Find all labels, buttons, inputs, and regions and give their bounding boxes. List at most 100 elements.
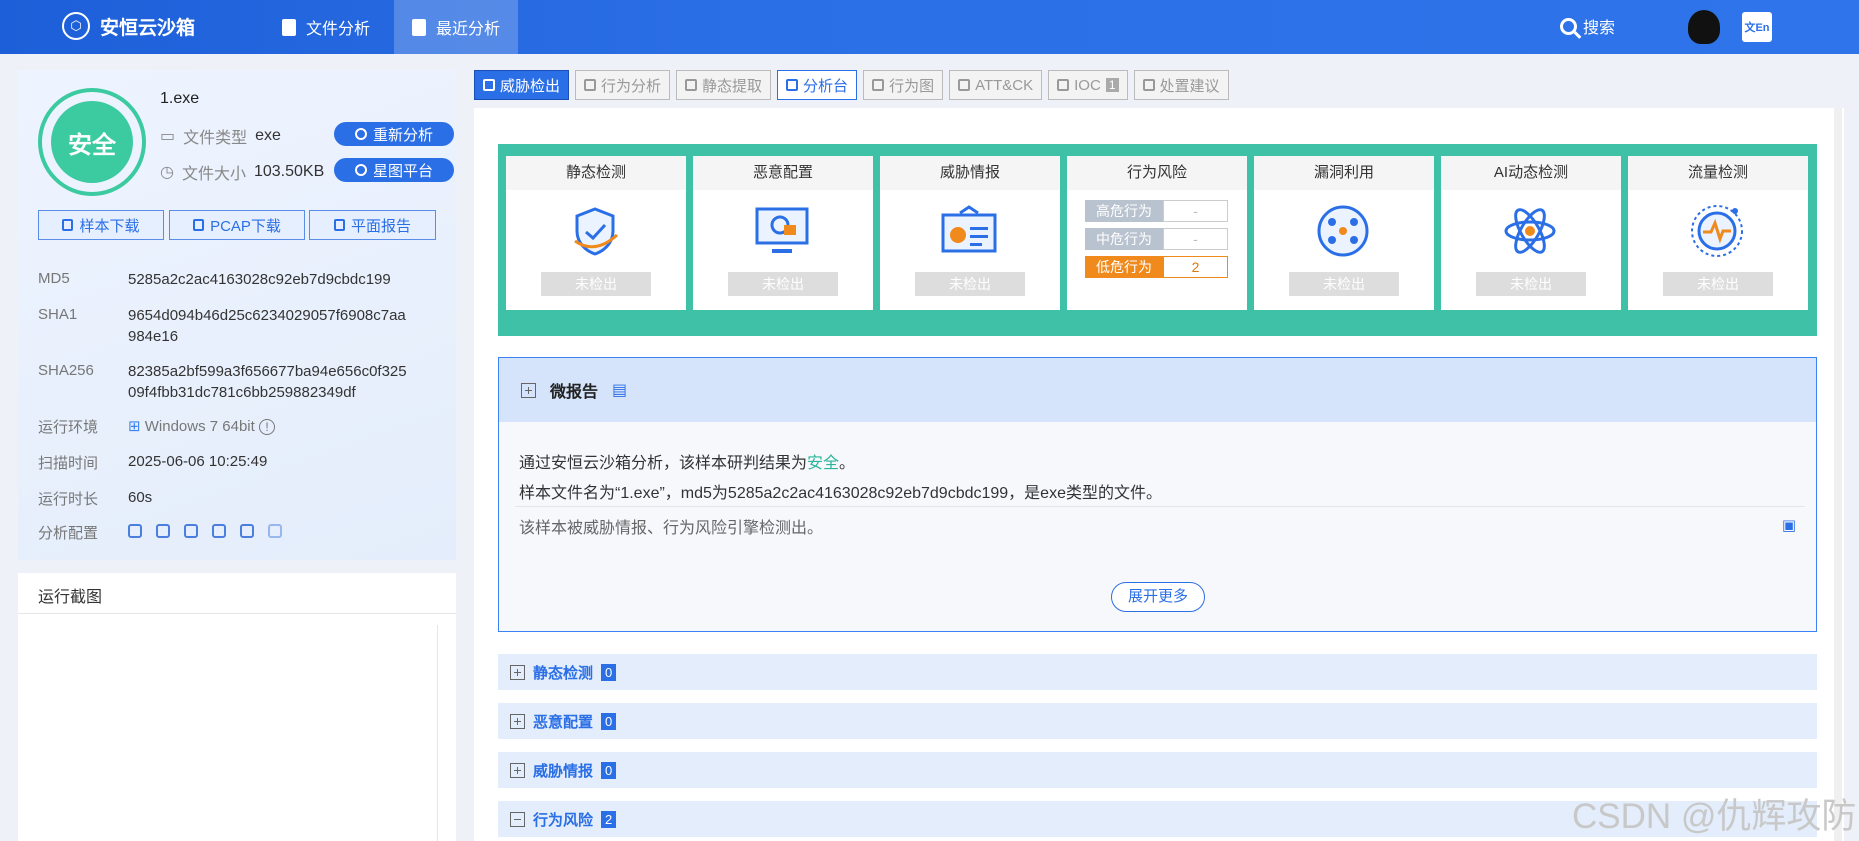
- expand-icon[interactable]: [510, 762, 525, 778]
- verdict-label: 安全: [51, 101, 133, 183]
- tab-icon: [1057, 79, 1070, 91]
- language-switch[interactable]: 文En: [1742, 12, 1772, 42]
- expand-icon[interactable]: [510, 664, 525, 680]
- card-exploit[interactable]: 漏洞利用 未检出: [1254, 156, 1434, 310]
- count-badge: 0: [601, 761, 617, 779]
- atom-icon: [1501, 204, 1559, 258]
- card-ai-dynamic[interactable]: AI动态检测 未检出: [1441, 156, 1621, 310]
- tab-attck[interactable]: ATT&CK: [949, 70, 1043, 100]
- card-status: 未检出: [1476, 272, 1586, 296]
- planet-icon: [354, 164, 367, 176]
- ioc-count-badge: 1: [1105, 78, 1119, 92]
- card-traffic-detection[interactable]: 流量检测 未检出: [1628, 156, 1808, 310]
- platform-label: 星图平台: [372, 162, 433, 180]
- card-status: 未检出: [1663, 272, 1773, 296]
- sample-download-button[interactable]: 样本下载: [38, 210, 164, 240]
- verdict-badge: 安全: [38, 88, 146, 196]
- scrollbar[interactable]: [1834, 108, 1842, 841]
- detail-icon[interactable]: ▣: [1782, 516, 1796, 534]
- sha1-label: SHA1: [38, 306, 78, 323]
- tab-analysis-console[interactable]: 分析台: [777, 70, 858, 100]
- download-icon: [193, 219, 205, 231]
- brand-name: 安恒云沙箱: [100, 17, 196, 39]
- tab-behavior-analysis[interactable]: 行为分析: [575, 70, 671, 100]
- config-icon[interactable]: [128, 524, 142, 538]
- pcap-download-button[interactable]: PCAP下载: [169, 210, 305, 240]
- section-threat-intel[interactable]: 威胁情报 0: [498, 752, 1817, 788]
- mini-report-file-line: 样本文件名为“1.exe”，md5为5285a2c2ac4163028c92eb…: [519, 485, 1162, 502]
- analysis-tabs: 威胁检出 行为分析 静态提取 分析台 行为图 ATT&CK IOC 1 处置建议: [474, 70, 1229, 100]
- file-summary-panel: 安全 1.exe ▭ 文件类型 exe ◷ 文件大小 103.50KB 重新分析 星图平…: [18, 70, 456, 560]
- config-icon[interactable]: [240, 524, 254, 538]
- tab-icon: [685, 79, 698, 91]
- text: 通过安恒云沙箱分析，该样本研判结果为: [519, 455, 808, 472]
- nav-recent-analysis[interactable]: 最近分析: [394, 0, 519, 54]
- avatar[interactable]: [1688, 10, 1720, 44]
- file-size-value: 103.50KB: [253, 163, 325, 180]
- env-value: Windows 7 64bit: [144, 418, 255, 435]
- tab-label: 行为图: [889, 77, 935, 95]
- card-static-detection[interactable]: 静态检测 未检出: [506, 156, 686, 310]
- tab-label: 威胁检出: [500, 77, 561, 95]
- card-threat-intel[interactable]: 威胁情报 未检出: [880, 156, 1060, 310]
- tab-behavior-graph[interactable]: 行为图: [863, 70, 944, 100]
- analysis-config-label: 分析配置: [38, 525, 99, 542]
- brand-logo-icon: ⬡: [62, 12, 90, 40]
- expand-icon[interactable]: [510, 713, 525, 729]
- verdict-text: 安全: [807, 455, 840, 472]
- risk-row-medium: 中危行为 -: [1085, 228, 1228, 250]
- list-icon: [412, 18, 426, 36]
- tab-label: 分析台: [803, 77, 849, 95]
- md5-value: 5285a2c2ac4163028c92eb7d9cbdc199: [128, 271, 391, 288]
- button-label: 样本下载: [79, 217, 140, 235]
- search-button[interactable]: 搜索: [1560, 14, 1615, 38]
- scan-time-label: 扫描时间: [38, 455, 99, 472]
- brand[interactable]: ⬡ 安恒云沙箱: [62, 12, 195, 40]
- expand-icon[interactable]: [521, 382, 536, 398]
- sha256-label: SHA256: [38, 362, 94, 379]
- report-icon: [333, 219, 345, 231]
- section-malicious-config[interactable]: 恶意配置 0: [498, 703, 1817, 739]
- refresh-icon: [354, 128, 367, 140]
- platform-button[interactable]: 星图平台: [334, 158, 454, 182]
- tab-static-extraction[interactable]: 静态提取: [676, 70, 772, 100]
- run-duration-value: 60s: [128, 489, 153, 506]
- tab-icon: [584, 79, 597, 91]
- info-icon[interactable]: !: [258, 419, 275, 435]
- expand-more-button[interactable]: 展开更多: [1111, 582, 1205, 612]
- config-icon[interactable]: [156, 524, 170, 538]
- config-icon[interactable]: [184, 524, 198, 538]
- nav-label: 文件分析: [306, 21, 371, 38]
- tab-icon: [872, 79, 885, 91]
- mini-report-verdict-line: 通过安恒云沙箱分析，该样本研判结果为安全。: [519, 449, 855, 473]
- card-behavior-risk[interactable]: 行为风险 高危行为 - 中危行为 - 低危行为 2: [1067, 156, 1247, 310]
- report-icon[interactable]: ▤: [612, 380, 627, 400]
- config-icon[interactable]: [268, 524, 282, 538]
- config-icon[interactable]: [212, 524, 226, 538]
- file-type-icon: ▭: [160, 128, 176, 145]
- section-title: 静态检测: [533, 664, 594, 682]
- section-static-detection[interactable]: 静态检测 0: [498, 654, 1817, 690]
- tab-remediation[interactable]: 处置建议: [1133, 70, 1229, 100]
- nav-file-analysis[interactable]: 文件分析: [264, 0, 388, 54]
- card-title: 漏洞利用: [1254, 156, 1434, 190]
- file-size-row: ◷ 文件大小 103.50KB: [160, 160, 324, 184]
- tab-icon: [786, 79, 799, 91]
- card-malicious-config[interactable]: 恶意配置 未检出: [693, 156, 873, 310]
- shield-icon: [566, 204, 624, 258]
- search-icon: [1560, 17, 1577, 35]
- mini-report-engine-line: 该样本被威胁情报、行为风险引擎检测出。: [519, 520, 824, 537]
- card-status: 未检出: [728, 272, 838, 296]
- clock-icon: ◷: [160, 164, 174, 181]
- collapse-icon[interactable]: [510, 811, 525, 827]
- risk-row-low: 低危行为 2: [1085, 256, 1228, 278]
- count-badge: 2: [601, 810, 617, 828]
- reanalyze-button[interactable]: 重新分析: [334, 122, 454, 146]
- md5-label: MD5: [38, 270, 70, 287]
- file-type-label: 文件类型: [183, 130, 248, 147]
- tab-threat-detection[interactable]: 威胁检出: [474, 70, 570, 100]
- flat-report-button[interactable]: 平面报告: [309, 210, 436, 240]
- risk-value: -: [1163, 228, 1228, 250]
- tab-ioc[interactable]: IOC 1: [1048, 70, 1128, 100]
- mini-report-header[interactable]: 微报告 ▤: [499, 358, 1816, 422]
